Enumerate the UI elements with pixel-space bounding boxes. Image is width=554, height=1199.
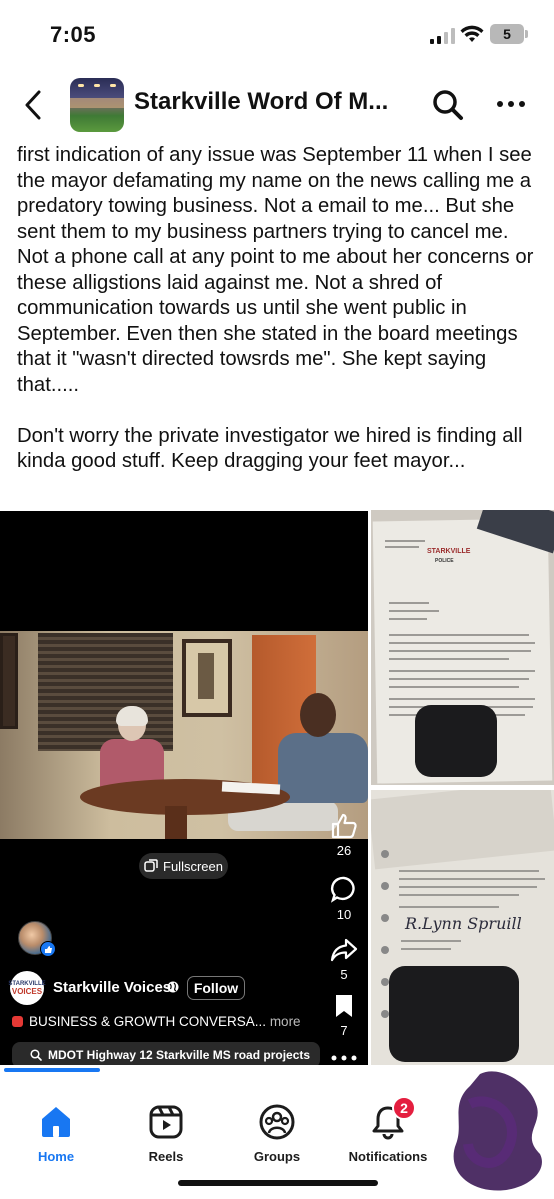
post-photo[interactable]: STARKVILLE POLICE — [371, 510, 554, 785]
status-time: 7:05 — [50, 22, 97, 47]
document-logo-text: POLICE — [435, 558, 454, 564]
bookmark-icon — [336, 995, 352, 1017]
red-badge-icon — [12, 1016, 23, 1027]
post-body: first indication of any issue was Septem… — [17, 143, 542, 475]
caption-more-link[interactable]: more — [270, 1014, 301, 1029]
notification-badge: 2 — [392, 1096, 416, 1120]
groups-icon — [257, 1102, 297, 1142]
tab-home[interactable]: Home — [6, 1102, 106, 1164]
tab-label: Groups — [253, 1149, 301, 1164]
tab-label: Notifications — [348, 1149, 428, 1164]
comment-count: 10 — [336, 907, 352, 922]
share-count: 5 — [340, 967, 348, 982]
more-horizontal-icon[interactable] — [329, 1053, 359, 1063]
reactor-avatar[interactable] — [18, 921, 58, 957]
thumbs-up-icon — [331, 813, 357, 839]
search-icon[interactable] — [430, 87, 466, 123]
tab-groups[interactable]: Groups — [227, 1102, 327, 1164]
like-reaction-icon — [40, 941, 56, 957]
post-paragraph: Don't worry the private investigator we … — [17, 424, 523, 473]
more-horizontal-icon[interactable] — [495, 94, 527, 114]
group-avatar[interactable] — [70, 78, 124, 132]
related-search-chip[interactable]: MDOT Highway 12 Starkville MS road proje… — [12, 1042, 320, 1065]
logo-text: VOICES — [11, 987, 43, 996]
document-logo-text: STARKVILLE — [427, 548, 471, 555]
home-indicator — [178, 1180, 378, 1186]
bell-icon: 2 — [368, 1096, 416, 1142]
tab-label: Home — [37, 1149, 75, 1164]
search-icon — [30, 1049, 42, 1061]
group-header: Starkville Word Of M... — [0, 70, 554, 140]
reels-icon — [146, 1102, 186, 1142]
comment-icon — [330, 876, 355, 903]
page-logo[interactable]: STARKVILLE VOICES — [8, 971, 46, 1005]
signature: R.Lynn Spruill — [405, 914, 522, 933]
like-count: 26 — [336, 843, 352, 858]
comment-action[interactable]: 10 — [325, 875, 363, 922]
tab-label: Reels — [148, 1149, 184, 1164]
home-icon — [36, 1102, 76, 1142]
globe-icon — [167, 981, 179, 993]
video-caption[interactable]: BUSINESS & GROWTH CONVERSA... more — [12, 1014, 301, 1029]
video-frame — [0, 631, 368, 839]
post-paragraph: first indication of any issue was Septem… — [17, 144, 534, 396]
share-action[interactable]: 5 — [325, 937, 363, 982]
search-chip-label: MDOT Highway 12 Starkville MS road proje… — [48, 1048, 311, 1062]
battery-indicator: 5 — [490, 24, 528, 44]
chevron-left-icon[interactable] — [20, 88, 48, 122]
follow-button[interactable]: Follow — [187, 976, 245, 1000]
fullscreen-button[interactable]: Fullscreen — [139, 853, 228, 879]
redaction-scribble — [453, 1071, 542, 1191]
caption-text: BUSINESS & GROWTH CONVERSA... — [29, 1014, 267, 1029]
fullscreen-icon — [144, 859, 158, 872]
status-bar: 7:05 5 — [0, 0, 554, 64]
share-icon — [330, 938, 358, 962]
post-photo[interactable]: R.Lynn Spruill — [371, 790, 554, 1065]
save-count: 7 — [340, 1023, 348, 1038]
like-action[interactable]: 26 — [325, 813, 363, 858]
save-action[interactable]: 7 — [325, 993, 363, 1038]
video-player[interactable]: Fullscreen 26 10 5 7 STARKVILLE VOICES S… — [0, 511, 368, 1065]
page-name[interactable]: Starkville Voices — [53, 979, 171, 996]
wifi-icon — [460, 25, 484, 42]
tab-notifications[interactable]: 2 Notifications — [338, 1096, 438, 1164]
signal-strength-icon — [430, 28, 456, 44]
group-title[interactable]: Starkville Word Of M... — [134, 88, 388, 116]
fullscreen-label: Fullscreen — [163, 858, 223, 874]
tab-reels[interactable]: Reels — [116, 1102, 216, 1164]
